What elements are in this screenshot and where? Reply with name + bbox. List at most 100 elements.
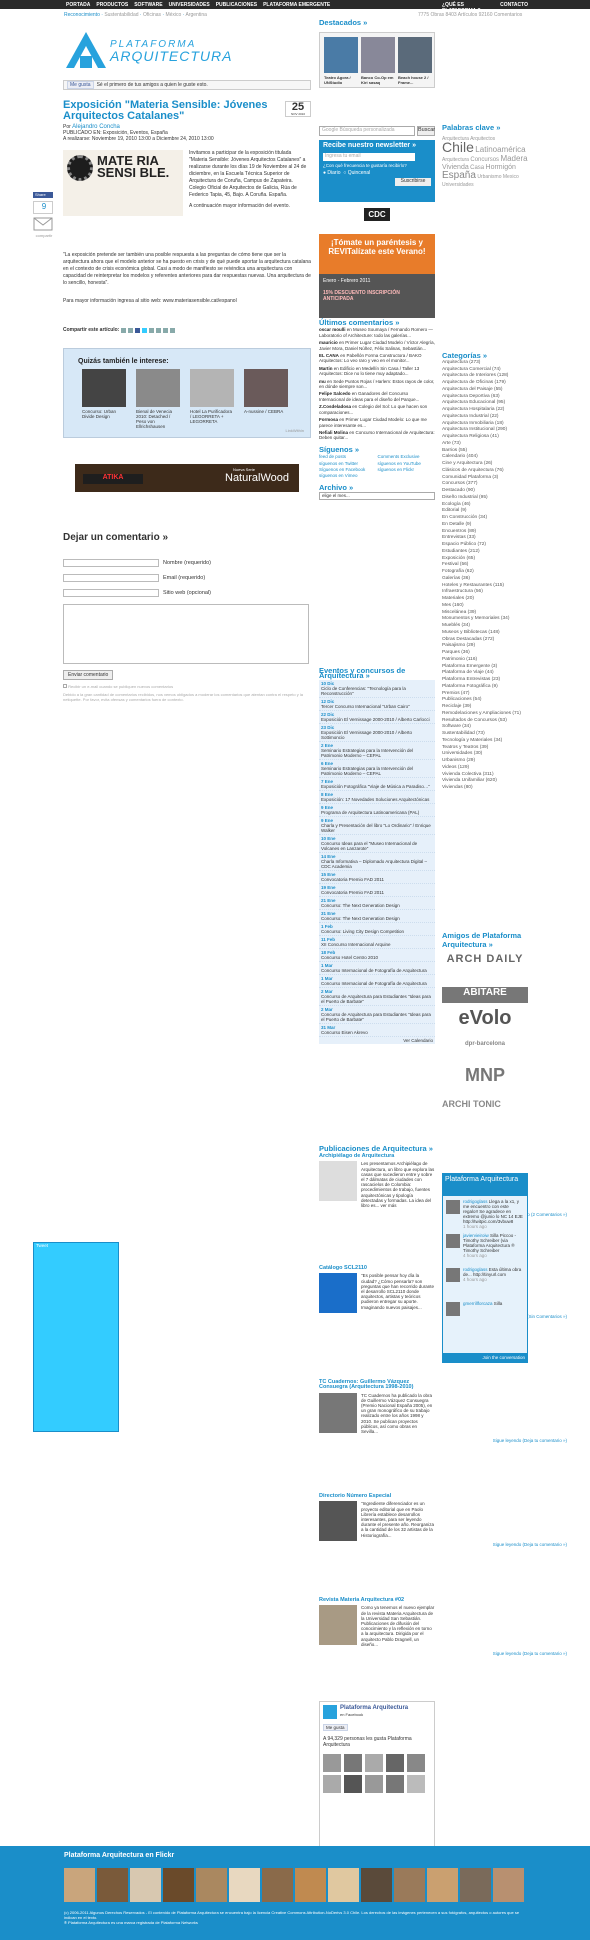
category-item[interactable]: Reciclaje (39) bbox=[442, 704, 528, 711]
publication-item[interactable]: Directorio Número Especial "Ingrediente … bbox=[319, 1493, 567, 1598]
publication-title[interactable]: Catálogo SCL2110 bbox=[319, 1265, 435, 1271]
exhibition-poster[interactable]: MATE RIA SENSI BLE. bbox=[63, 150, 183, 216]
website-field[interactable] bbox=[63, 589, 159, 597]
category-item[interactable]: Clásicos de Arquitectura (76) bbox=[442, 468, 528, 475]
category-item[interactable]: En Construcción (34) bbox=[442, 515, 528, 522]
fan-avatar[interactable] bbox=[386, 1775, 404, 1793]
nav-productos[interactable]: PRODUCTOS bbox=[96, 2, 128, 8]
category-item[interactable]: Editorial (9) bbox=[442, 508, 528, 515]
publication-more-link[interactable]: Sigue leyendo (Deja tu comentario ») bbox=[319, 1542, 567, 1547]
subnav-argentina[interactable]: Argentina bbox=[186, 12, 207, 18]
subnav-mexico[interactable]: México bbox=[165, 12, 181, 18]
nav-software[interactable]: SOFTWARE bbox=[134, 2, 162, 8]
share-stumble-icon[interactable] bbox=[149, 327, 155, 333]
category-item[interactable]: Software (34) bbox=[442, 724, 528, 731]
event-item[interactable]: 12 Dic Tercer Concurso Internacional "Urb… bbox=[319, 698, 435, 711]
flickr-thumb[interactable] bbox=[163, 1868, 194, 1902]
fb-like-button[interactable]: Me gusta bbox=[67, 81, 94, 89]
category-item[interactable]: Fotografía (62) bbox=[442, 569, 528, 576]
flickr-thumb[interactable] bbox=[493, 1868, 524, 1902]
featured-image[interactable] bbox=[361, 37, 395, 73]
category-item[interactable]: Tecnología y Materiales (34) bbox=[442, 738, 528, 745]
category-item[interactable]: Universidades (30) bbox=[442, 751, 528, 758]
category-item[interactable]: Arquitectura del Paisaje (55) bbox=[442, 387, 528, 394]
publication-title[interactable]: Directorio Número Especial bbox=[319, 1493, 435, 1499]
flickr-thumb[interactable] bbox=[295, 1868, 326, 1902]
share-reddit-icon[interactable] bbox=[156, 327, 162, 333]
facebook-link[interactable]: Síguenos en Facebook bbox=[319, 467, 377, 472]
tag[interactable]: Latinoamérica bbox=[475, 145, 525, 154]
featured-image[interactable] bbox=[398, 37, 432, 73]
event-item[interactable]: 31 Mar Concurso Eisen Akrevo bbox=[319, 1024, 435, 1037]
category-item[interactable]: Materiales (20) bbox=[442, 596, 528, 603]
nav-plataforma-emergente[interactable]: PLATAFORMA EMERGENTE bbox=[263, 2, 330, 8]
fan-avatar[interactable] bbox=[407, 1754, 425, 1772]
featured-caption[interactable]: Beach house 2 / Frame... bbox=[398, 75, 434, 85]
share-delicious-icon[interactable] bbox=[121, 327, 127, 333]
event-item[interactable]: 10 Dic Ciclo de Conferencias: "Tecnología… bbox=[319, 680, 435, 698]
subnav-sustentabilidad[interactable]: Sustentabilidad bbox=[104, 12, 138, 18]
friend-architonic-logo[interactable]: ARCHI TONIC bbox=[442, 1099, 528, 1129]
category-item[interactable]: Festival (56) bbox=[442, 562, 528, 569]
event-item[interactable]: 1 Feb Concurso: Living City Design Compet… bbox=[319, 923, 435, 936]
publication-title[interactable]: TC Cuadernos: Guillermo Vázquez Consuegr… bbox=[319, 1379, 435, 1390]
publication-cover[interactable] bbox=[319, 1392, 357, 1433]
category-item[interactable]: Arquitectura de Oficinas (179) bbox=[442, 380, 528, 387]
event-item[interactable]: 1 Mar Concurso Internacional de Fotografí… bbox=[319, 962, 435, 975]
tag[interactable]: Urbanismo bbox=[477, 174, 501, 180]
tag[interactable]: Universidades bbox=[442, 182, 474, 188]
comment-item[interactable]: oscar moulli en Museo Soumaya / Fernando… bbox=[319, 327, 435, 338]
tag[interactable]: Concursos bbox=[470, 157, 499, 163]
join-conversation-link[interactable]: Join the conversation bbox=[443, 1353, 527, 1362]
category-item[interactable]: Viviendas (80) bbox=[442, 785, 528, 792]
send-comment-button[interactable]: Enviar comentario bbox=[63, 670, 114, 680]
naturalwood-banner-ad[interactable]: ATIKA Nueva Serie NaturalWood bbox=[75, 464, 299, 492]
category-item[interactable]: Videos (129) bbox=[442, 765, 528, 772]
tweet[interactable]: javiervieiroiw Silla Piccoo - Timothy Sc… bbox=[443, 1230, 527, 1264]
site-logo[interactable]: PLATAFORMA ARQUITECTURA bbox=[66, 30, 270, 70]
search-input[interactable]: Google Búsqueda personalizada bbox=[319, 126, 415, 136]
category-item[interactable]: Arte (73) bbox=[442, 441, 528, 448]
category-item[interactable]: Diseño Industrial (95) bbox=[442, 495, 528, 502]
publication-cover[interactable] bbox=[319, 1501, 357, 1542]
more-info-link[interactable]: Para mayor información ingresa al sitio … bbox=[63, 298, 311, 304]
notify-checkbox[interactable] bbox=[63, 684, 67, 688]
rss-feed-link[interactable]: feed de posts bbox=[319, 454, 377, 459]
event-item[interactable]: 23 Dic Exposición El Vernissage 2000-2010… bbox=[319, 724, 435, 742]
category-item[interactable]: Cine y Arquitectura (26) bbox=[442, 461, 528, 468]
event-item[interactable]: 14 Ene Charla Informativa – Diplomado Arq… bbox=[319, 853, 435, 871]
calendar-link[interactable]: Ver Calendario bbox=[319, 1037, 435, 1044]
category-item[interactable]: Arquitectura Educacional (95) bbox=[442, 400, 528, 407]
category-item[interactable]: Plataforma Fotográfica (9) bbox=[442, 684, 528, 691]
category-item[interactable]: Plataforma Entrevistas (23) bbox=[442, 677, 528, 684]
event-item[interactable]: 7 Ene Exposición Fotográfica "Viaje de Mú… bbox=[319, 778, 435, 791]
related-item[interactable]: Hotel La Purificadora / LEGORRETA + LEGO… bbox=[190, 369, 234, 424]
flickr-thumb[interactable] bbox=[130, 1868, 161, 1902]
twitter-widget-title[interactable]: Plataforma Arquitectura bbox=[445, 1176, 518, 1183]
comment-item[interactable]: Formosa en Primer Lugar Ciudad Modelo: L… bbox=[319, 417, 435, 428]
related-footer[interactable]: LinkWithin bbox=[286, 428, 304, 433]
category-item[interactable]: Patrimonio (116) bbox=[442, 657, 528, 664]
fan-avatar[interactable] bbox=[386, 1754, 404, 1772]
flickr-thumb[interactable] bbox=[262, 1868, 293, 1902]
event-item[interactable]: 8 Ene Exposición: 17 Novedades Soluciones… bbox=[319, 791, 435, 804]
fan-avatar[interactable] bbox=[365, 1775, 383, 1793]
tweet-button[interactable]: Tweet bbox=[33, 1242, 119, 1432]
comment-item[interactable]: mauricio en Primer Lugar Ciudad Modelo /… bbox=[319, 340, 435, 351]
tag[interactable]: Arquitectura bbox=[442, 157, 469, 163]
mail-share-label[interactable]: compartir bbox=[33, 233, 55, 238]
flickr-thumb[interactable] bbox=[196, 1868, 227, 1902]
comment-item[interactable]: Felipe Salcedo en Ganadores del Concurso… bbox=[319, 391, 435, 402]
category-item[interactable]: Destacado (90) bbox=[442, 488, 528, 495]
nav-publicaciones[interactable]: PUBLICACIONES bbox=[216, 2, 257, 8]
event-item[interactable]: 11 Feb XII Concurso Internacional Arquine bbox=[319, 936, 435, 949]
featured-image[interactable] bbox=[324, 37, 358, 73]
category-item[interactable]: Arquitectura Religiosa (41) bbox=[442, 434, 528, 441]
publication-item[interactable]: Catálogo SCL2110 "Es posible pensar hoy … bbox=[319, 1265, 567, 1380]
category-item[interactable]: Mes (160) bbox=[442, 603, 528, 610]
category-item[interactable]: En Detalle (9) bbox=[442, 522, 528, 529]
friend-abitare-logo[interactable]: ABITARE bbox=[442, 987, 528, 1003]
twitter-link[interactable]: síguenos en Twitter bbox=[319, 461, 377, 466]
category-item[interactable]: Sustentabilidad (73) bbox=[442, 731, 528, 738]
category-item[interactable]: Vivienda Unifamiliar (620) bbox=[442, 778, 528, 785]
